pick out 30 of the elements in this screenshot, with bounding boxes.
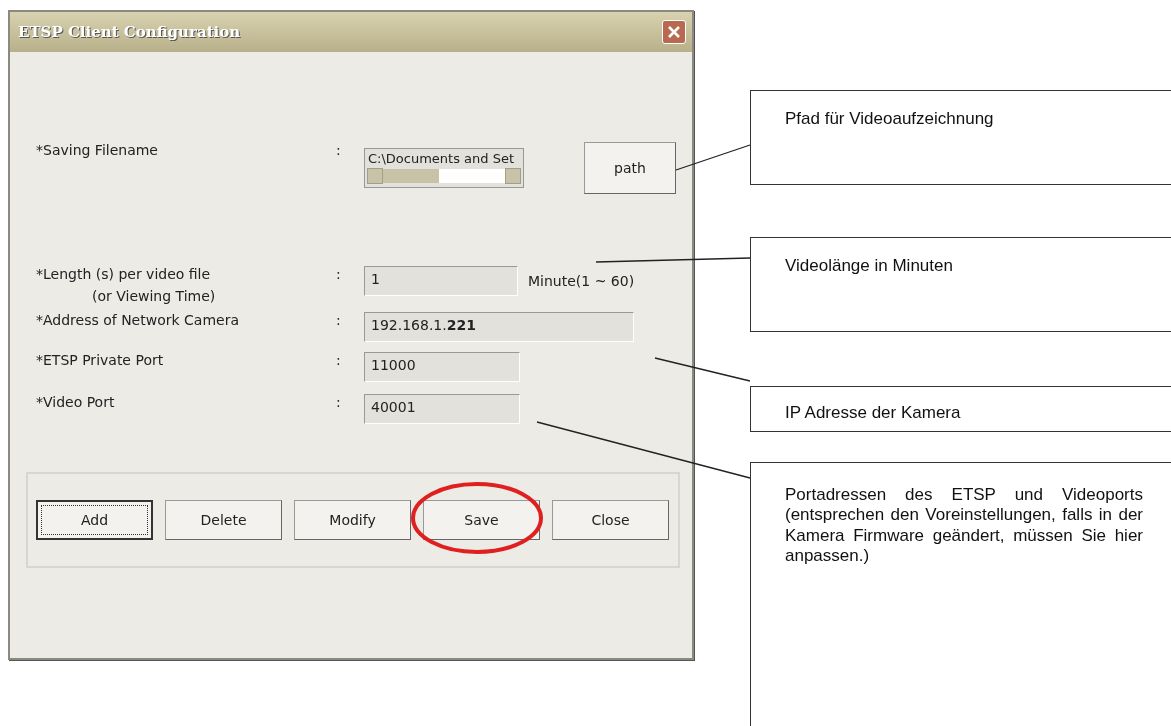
dialog-button[interactable]: Close bbox=[552, 500, 669, 540]
close-icon bbox=[667, 25, 681, 39]
colon-separator: : bbox=[336, 352, 342, 368]
window-title: ETSP Client Configuration bbox=[18, 23, 241, 41]
length-field[interactable]: 1 bbox=[364, 266, 518, 296]
dialog-button[interactable]: Add bbox=[36, 500, 153, 540]
port-field[interactable]: 11000 bbox=[364, 352, 520, 382]
field-label: *Address of Network Camera bbox=[36, 312, 240, 328]
callout-text: Portadressen des ETSP und Videoports (entsprechen den Voreinstellungen, falls in der Kamera Firmware geändert, müssen Sie hier anpassen.) bbox=[784, 485, 1143, 567]
dialog-button[interactable]: Save bbox=[423, 500, 540, 540]
colon-separator: : bbox=[336, 312, 342, 328]
dialog-button[interactable]: Delete bbox=[165, 500, 282, 540]
port-field[interactable]: 40001 bbox=[364, 394, 520, 424]
close-button[interactable] bbox=[662, 20, 686, 44]
callout-text: Videolänge in Minuten bbox=[784, 256, 954, 277]
colon-separator: : bbox=[336, 266, 342, 282]
colon-separator: : bbox=[336, 394, 342, 410]
callout-text: Pfad für Videoaufzeichnung bbox=[784, 109, 995, 130]
path-button[interactable]: path bbox=[584, 142, 676, 194]
address-field[interactable]: 192.168.1.221 bbox=[364, 312, 634, 342]
field-label: *ETSP Private Port bbox=[36, 352, 165, 368]
unit-label: Minute(1 ~ 60) bbox=[528, 273, 635, 289]
dialog-button[interactable]: Modify bbox=[294, 500, 411, 540]
filename-field[interactable]: C:\Documents and Set bbox=[364, 148, 524, 188]
field-label: *Length (s) per video file bbox=[36, 266, 212, 282]
callout-text: IP Adresse der Kamera bbox=[784, 403, 962, 424]
field-sublabel: (or Viewing Time) bbox=[91, 288, 217, 304]
field-label: *Saving Filename bbox=[36, 142, 159, 158]
colon-separator: : bbox=[336, 142, 342, 158]
field-label: *Video Port bbox=[36, 394, 116, 410]
